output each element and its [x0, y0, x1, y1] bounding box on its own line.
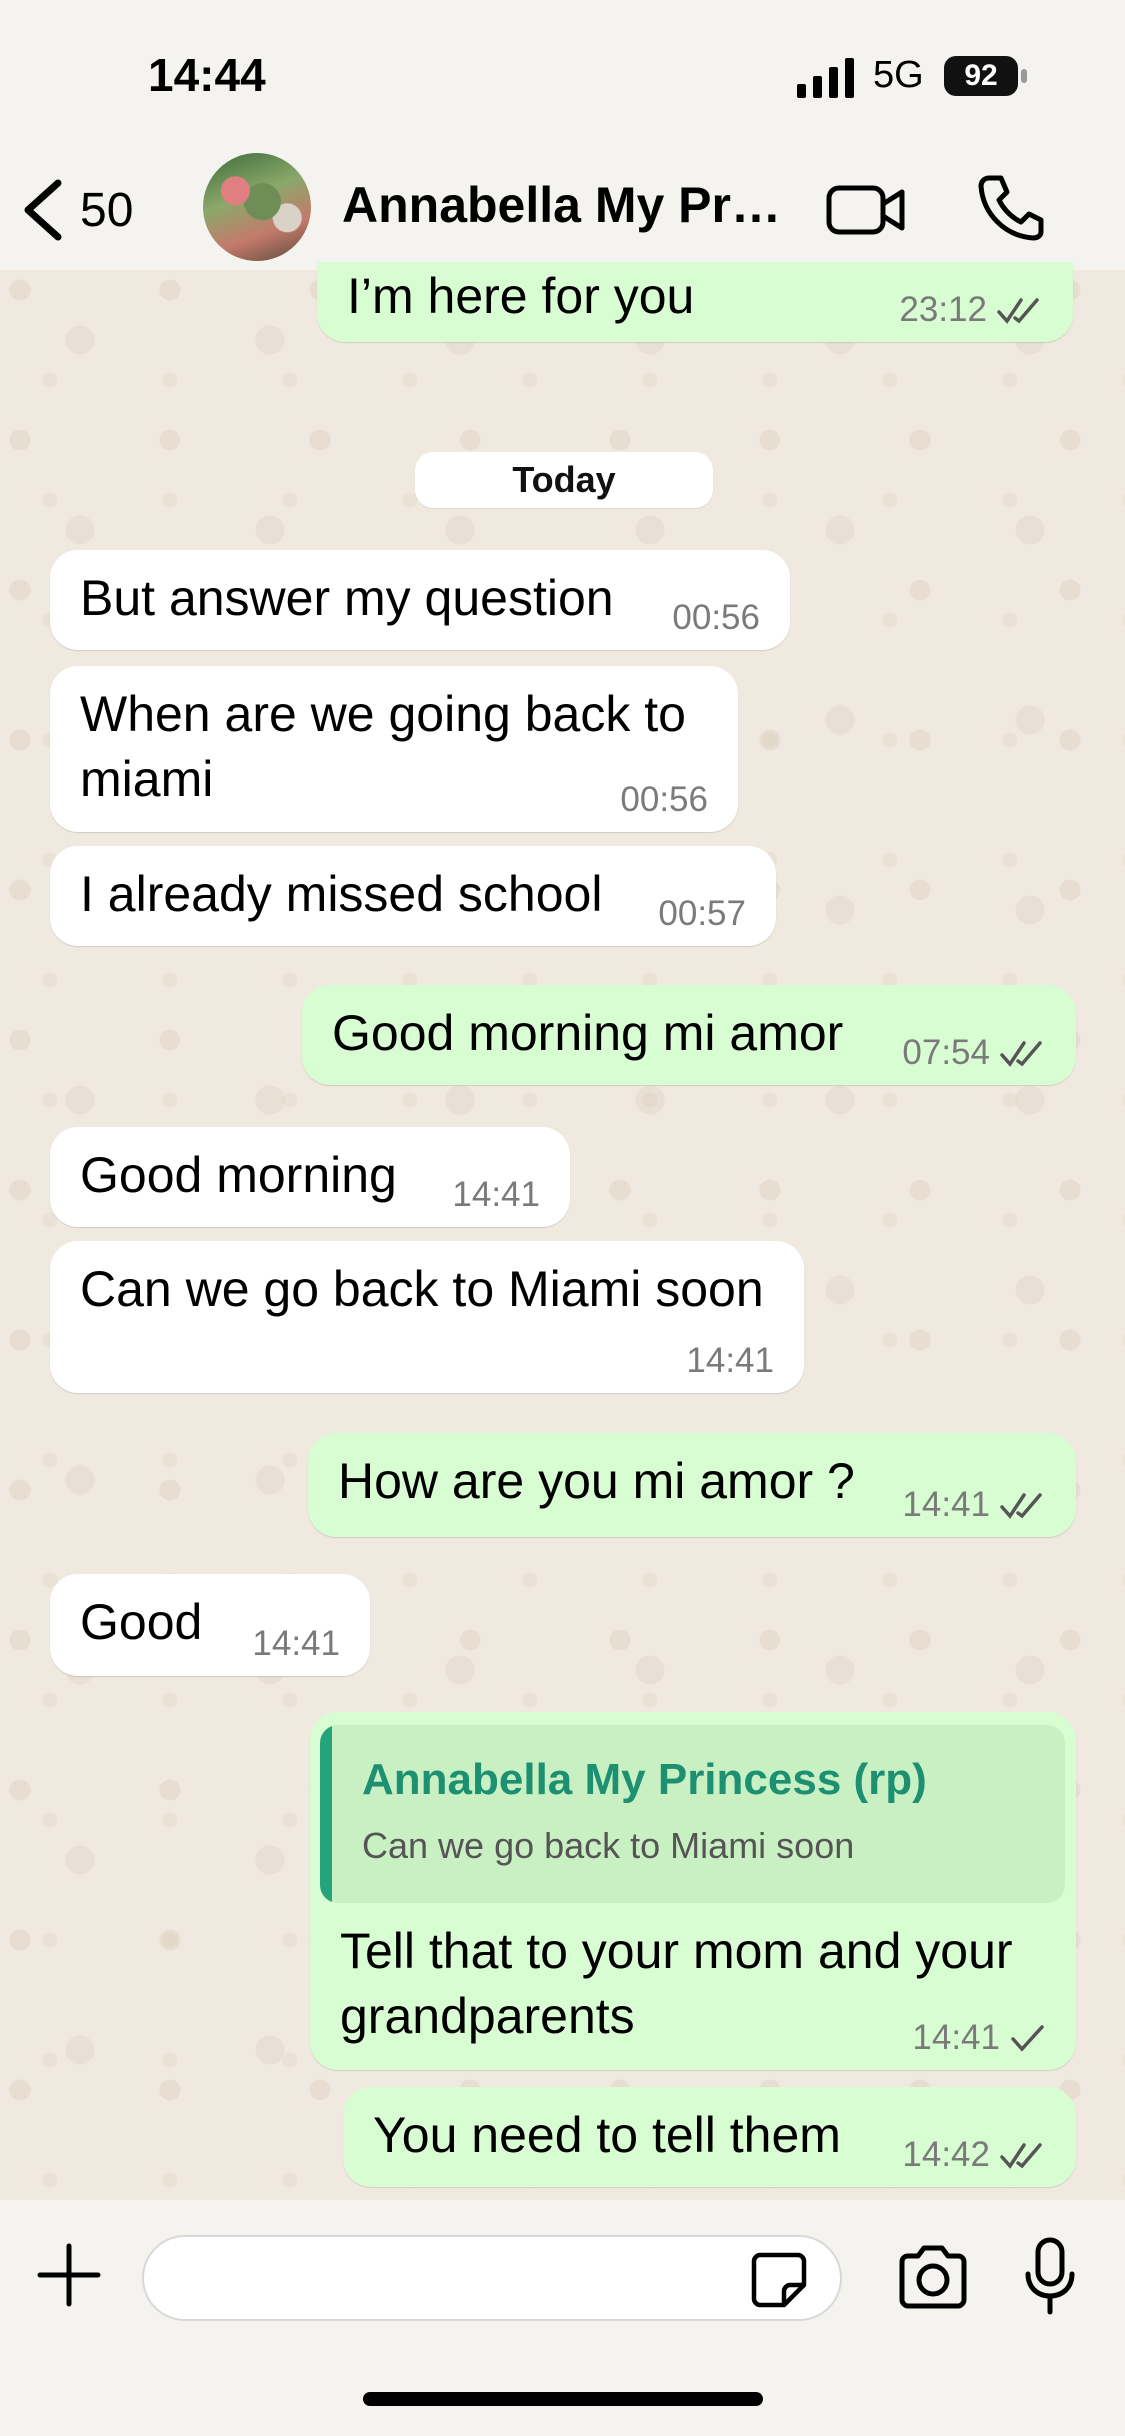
reply-quote[interactable]: Annabella My Princess (rp) Can we go bac… [320, 1725, 1065, 1903]
unread-count: 50 [80, 183, 134, 237]
avatar[interactable] [203, 153, 311, 261]
message-text: But answer my question [80, 570, 614, 626]
message-meta: 23:12 [899, 290, 1043, 330]
message-meta: 00:56 [672, 598, 760, 638]
message-meta: 00:57 [658, 894, 746, 934]
message-time: 00:57 [658, 894, 746, 933]
message-composer [0, 2200, 1125, 2436]
quote-text: Can we go back to Miami soon [362, 1825, 855, 1866]
double-check-icon [1000, 1041, 1042, 1067]
message-meta: 14:41 [686, 1341, 774, 1381]
message-bubble-incoming[interactable]: Can we go back to Miami soon 14:41 [50, 1241, 804, 1393]
message-bubble-outgoing[interactable]: Good morning mi amor 07:54 [302, 985, 1076, 1085]
status-time: 14:44 [148, 49, 266, 101]
message-time: 00:56 [672, 598, 760, 637]
message-meta: 14:42 [902, 2135, 1046, 2175]
message-time: 07:54 [902, 1033, 990, 1072]
message-text: How are you mi amor ? [338, 1453, 855, 1509]
sticker-icon[interactable] [750, 2251, 808, 2309]
message-bubble-outgoing[interactable]: You need to tell them 14:42 [343, 2087, 1076, 2187]
status-bar: 14:44 5G 92 [0, 0, 1125, 150]
camera-icon[interactable] [896, 2240, 970, 2314]
message-time: 23:12 [899, 290, 987, 329]
double-check-icon [1000, 2143, 1042, 2169]
back-button[interactable]: 50 [20, 172, 133, 248]
message-meta: 14:41 [912, 2018, 1046, 2058]
message-meta: 14:41 [252, 1624, 340, 1664]
network-type: 5G [873, 54, 924, 96]
chevron-left-icon [24, 179, 62, 241]
message-time: 14:41 [902, 1485, 990, 1524]
message-input[interactable] [174, 2255, 738, 2305]
message-time: 14:41 [252, 1624, 340, 1663]
message-bubble-incoming[interactable]: I already missed school 00:57 [50, 846, 776, 946]
message-text: Can we go back to Miami soon [80, 1261, 764, 1317]
message-time: 14:42 [902, 2135, 990, 2174]
message-bubble-incoming[interactable]: Good 14:41 [50, 1574, 370, 1676]
message-meta: 00:56 [620, 780, 708, 820]
message-meta: 14:41 [452, 1175, 540, 1215]
message-time: 14:41 [452, 1175, 540, 1214]
message-bubble-outgoing[interactable]: I’m here for you 23:12 [317, 262, 1073, 342]
signal-icon [797, 58, 854, 98]
quote-accent-bar [320, 1725, 332, 1903]
battery-icon: 92 [944, 56, 1028, 96]
message-bubble-incoming[interactable]: When are we going back to miami 00:56 [50, 666, 738, 832]
message-input-box[interactable] [142, 2235, 842, 2321]
message-bubble-incoming[interactable]: Good morning 14:41 [50, 1127, 570, 1227]
message-bubble-outgoing[interactable]: How are you mi amor ? 14:41 [308, 1433, 1076, 1537]
phone-icon[interactable] [975, 172, 1045, 242]
message-time: 00:56 [620, 780, 708, 819]
message-time: 14:41 [686, 1341, 774, 1380]
message-meta: 14:41 [902, 1485, 1046, 1525]
plus-icon[interactable] [36, 2242, 102, 2308]
message-text: You need to tell them [373, 2107, 841, 2163]
message-time: 14:41 [912, 2018, 1000, 2057]
message-text: Good [80, 1594, 203, 1650]
message-bubble-incoming[interactable]: But answer my question 00:56 [50, 550, 790, 650]
message-text: Good morning mi amor [332, 1005, 844, 1061]
double-check-icon [1000, 1493, 1042, 1519]
contact-name[interactable]: Annabella My Prin… [342, 176, 792, 234]
quote-author: Annabella My Princess (rp) [362, 1755, 927, 1804]
video-call-icon[interactable] [826, 180, 906, 240]
double-check-icon [997, 298, 1039, 324]
check-icon [1011, 2025, 1044, 2052]
message-meta: 07:54 [902, 1033, 1046, 1073]
home-indicator [363, 2392, 763, 2406]
message-text: Good morning [80, 1147, 397, 1203]
message-text: I’m here for you [347, 268, 695, 324]
chat-header: 50 Annabella My Prin… [0, 150, 1125, 270]
microphone-icon[interactable] [1020, 2236, 1080, 2318]
date-separator: Today [415, 452, 713, 508]
battery-level: 92 [944, 56, 1018, 96]
message-text: I already missed school [80, 866, 603, 922]
